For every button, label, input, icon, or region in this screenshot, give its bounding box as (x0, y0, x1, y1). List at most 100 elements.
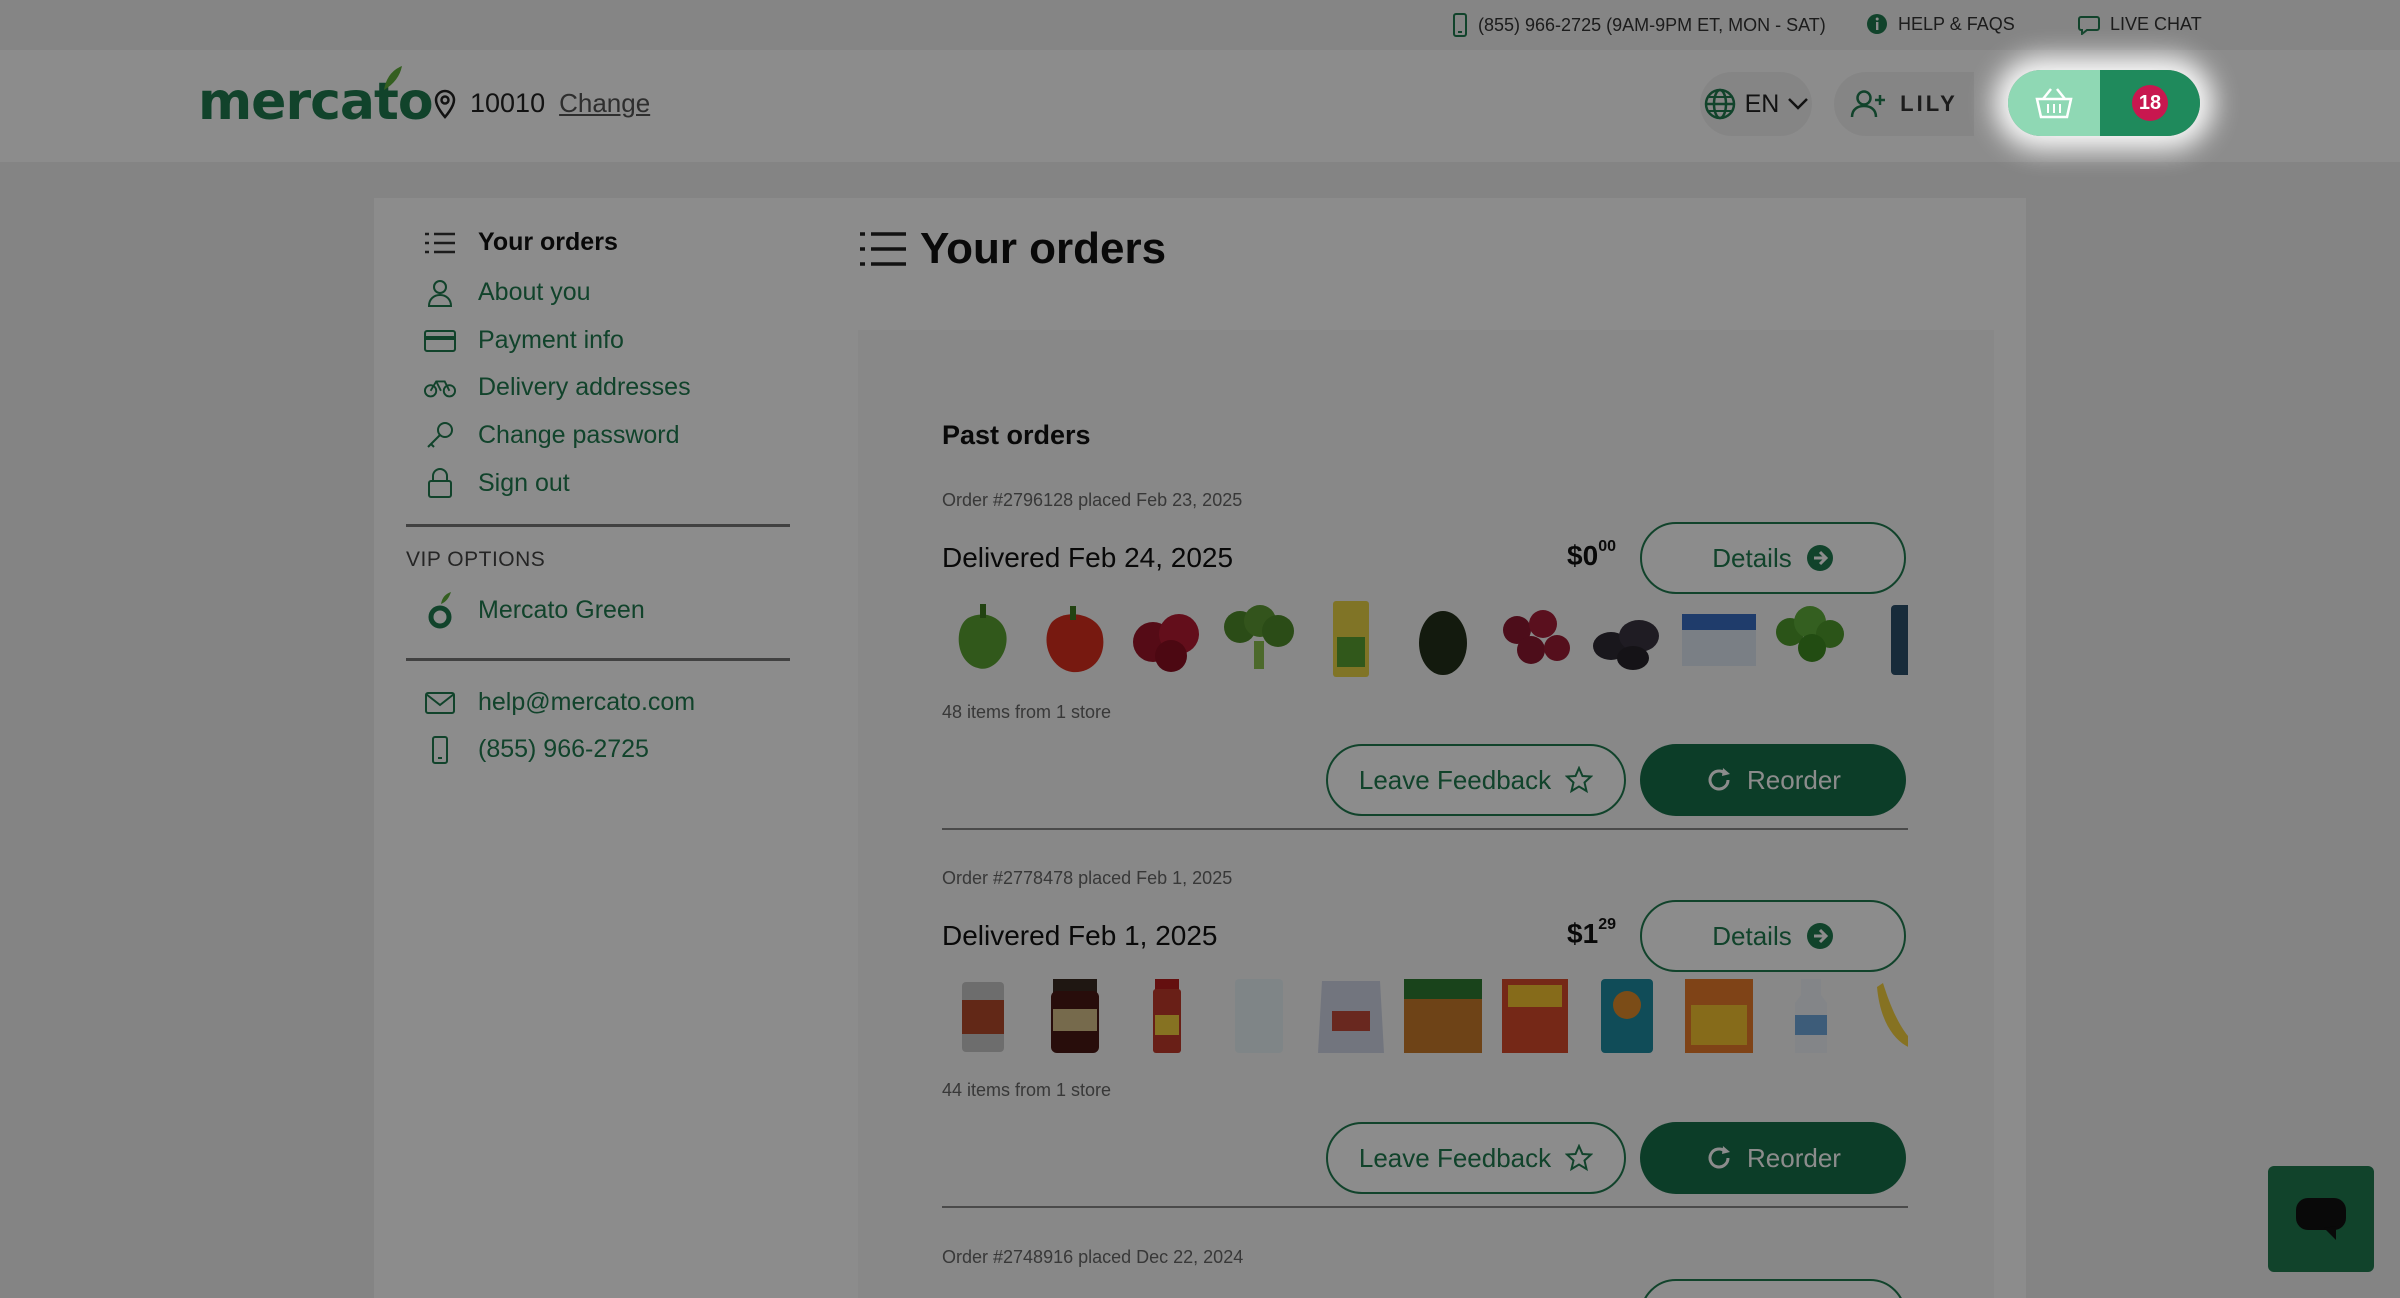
help-faqs-link[interactable]: HELP & FAQS (1866, 13, 2015, 35)
product-thumbnail[interactable] (1862, 974, 1908, 1058)
details-button[interactable]: Details (1640, 522, 1906, 594)
vip-options-label: VIP OPTIONS (406, 548, 546, 571)
product-thumbnail[interactable] (1402, 596, 1484, 680)
product-thumbnail[interactable] (1034, 974, 1116, 1058)
sidebar-item-your-orders[interactable]: Your orders (424, 228, 618, 257)
sidebar-label: About you (478, 278, 591, 306)
add-user-icon (1850, 90, 1886, 118)
user-menu[interactable]: LILY (1834, 72, 1974, 136)
help-text: HELP & FAQS (1898, 13, 2015, 34)
chevron-down-icon (1788, 98, 1809, 110)
language-selector[interactable]: EN (1700, 72, 1812, 136)
feedback-label: Leave Feedback (1358, 1142, 1552, 1173)
order-delivered: Delivered Feb 24, 2025 (942, 542, 1234, 573)
sidebar-divider (406, 524, 790, 527)
basket-area (2008, 70, 2100, 136)
refresh-icon (1708, 1146, 1731, 1169)
page-title-text: Your orders (920, 224, 1167, 273)
sidebar-item-sign-out[interactable]: Sign out (424, 468, 570, 498)
reorder-label: Reorder (1747, 764, 1841, 795)
reorder-button[interactable]: Reorder (1640, 1122, 1906, 1194)
sidebar-item-payment-info[interactable]: Payment info (424, 326, 624, 355)
details-label: Details (1712, 542, 1792, 573)
sidebar-label: Mercato Green (478, 595, 645, 624)
order-card: Order #2796128 placed Feb 23, 2025 Deliv… (942, 490, 1908, 830)
chat-bubble-icon (2296, 1198, 2346, 1240)
sidebar-label: (855) 966-2725 (478, 735, 649, 763)
order-item-thumbnails (942, 596, 1908, 680)
envelope-icon (425, 691, 455, 714)
sidebar-item-email[interactable]: help@mercato.com (424, 688, 695, 717)
order-divider (942, 828, 1908, 830)
product-thumbnail[interactable] (1586, 974, 1668, 1058)
live-chat-link[interactable]: LIVE CHAT (2078, 13, 2202, 35)
product-thumbnail[interactable] (1218, 974, 1300, 1058)
details-button[interactable] (1640, 1279, 1906, 1298)
order-meta: Order #2778478 placed Feb 1, 2025 (942, 868, 1233, 888)
basket-icon (2035, 88, 2073, 119)
reorder-label: Reorder (1747, 1142, 1841, 1173)
phone-icon (1453, 13, 1467, 37)
cart-button[interactable]: 18 (2008, 70, 2200, 136)
leave-feedback-button[interactable]: Leave Feedback (1326, 1122, 1626, 1194)
product-thumbnail[interactable] (1678, 596, 1760, 680)
chat-widget-button[interactable] (2268, 1166, 2374, 1272)
product-thumbnail[interactable] (1770, 974, 1852, 1058)
zip-code: 10010 (470, 88, 546, 118)
credit-card-icon (424, 329, 456, 352)
sidebar-item-mercato-green[interactable]: Mercato Green (424, 590, 645, 630)
details-button[interactable]: Details (1640, 900, 1906, 972)
mercato-logo[interactable]: mercato (198, 66, 434, 132)
order-item-count: 48 items from 1 store (942, 702, 1112, 722)
arrow-right-circle-icon (1806, 545, 1833, 571)
sidebar-label: Delivery addresses (478, 373, 691, 401)
bicycle-icon (424, 379, 456, 397)
sidebar-item-delivery-addresses[interactable]: Delivery addresses (424, 373, 691, 402)
product-thumbnail[interactable] (1034, 596, 1116, 680)
details-label: Details (1712, 920, 1792, 951)
product-thumbnail[interactable] (1494, 974, 1576, 1058)
change-zip-link[interactable]: Change (559, 88, 650, 119)
globe-icon (1704, 88, 1735, 120)
star-icon (1565, 1144, 1594, 1172)
sidebar-item-phone[interactable]: (855) 966-2725 (424, 735, 649, 764)
sidebar-item-about-you[interactable]: About you (424, 278, 591, 307)
phone-icon (432, 735, 448, 764)
product-thumbnail[interactable] (1402, 974, 1484, 1058)
product-thumbnail[interactable] (1586, 596, 1668, 680)
zip-selector: 10010 Change (434, 88, 650, 119)
cart-count-area: 18 (2100, 70, 2200, 136)
product-thumbnail[interactable] (1310, 974, 1392, 1058)
order-item-count: 44 items from 1 store (942, 1080, 1112, 1100)
product-thumbnail[interactable] (1218, 596, 1300, 680)
reorder-button[interactable]: Reorder (1640, 744, 1906, 816)
product-thumbnail[interactable] (1126, 596, 1208, 680)
star-icon (1565, 766, 1594, 794)
chat-text: LIVE CHAT (2110, 13, 2202, 34)
price-cents: 29 (1598, 916, 1616, 933)
order-card: Order #2748916 placed Dec 22, 2024 (942, 1247, 1908, 1298)
list-icon (425, 232, 455, 253)
phone-link[interactable]: (855) 966-2725 (9AM-9PM ET, MON - SAT) (1452, 13, 1826, 37)
product-thumbnail[interactable] (1862, 596, 1908, 680)
sidebar-label: Sign out (478, 468, 570, 497)
person-icon (427, 279, 453, 307)
product-thumbnail[interactable] (942, 974, 1024, 1058)
leave-feedback-button[interactable]: Leave Feedback (1326, 744, 1626, 816)
sidebar-label: Payment info (478, 326, 624, 354)
product-thumbnail[interactable] (1678, 974, 1760, 1058)
product-thumbnail[interactable] (1310, 596, 1392, 680)
product-thumbnail[interactable] (1126, 974, 1208, 1058)
product-thumbnail[interactable] (1770, 596, 1852, 680)
orders-main: Your orders Past orders Order #2796128 p… (824, 198, 2026, 1298)
product-thumbnail[interactable] (1494, 596, 1576, 680)
lock-icon (428, 468, 452, 498)
sidebar-item-change-password[interactable]: Change password (424, 420, 680, 450)
order-price: $000 (1567, 538, 1616, 572)
product-thumbnail[interactable] (942, 596, 1024, 680)
top-bar: (855) 966-2725 (9AM-9PM ET, MON - SAT) H… (0, 0, 2400, 50)
sidebar-label: Change password (478, 420, 680, 449)
order-meta: Order #2796128 placed Feb 23, 2025 (942, 490, 1243, 510)
order-price: $129 (1567, 916, 1616, 950)
price-whole: $1 (1567, 918, 1599, 949)
